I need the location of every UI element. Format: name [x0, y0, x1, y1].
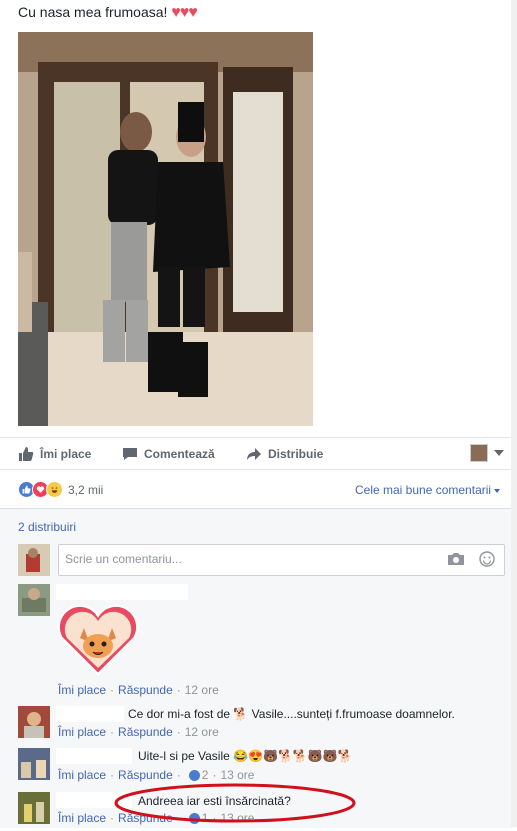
commenter-avatar[interactable] — [18, 584, 50, 616]
comment-likes-count: 2 — [201, 768, 209, 782]
like-badge-icon — [188, 769, 200, 781]
camera-icon[interactable] — [447, 551, 465, 572]
comment-reply-link[interactable]: Răspunde — [118, 683, 173, 697]
viewer-avatar — [470, 444, 488, 462]
comment-input-box[interactable] — [58, 544, 505, 576]
comment-text: Ce dor mi-a fost de 🐕 Vasile....sunteți … — [128, 707, 455, 721]
chevron-down-icon — [494, 488, 501, 493]
commenter-avatar[interactable] — [18, 748, 50, 780]
chevron-down-icon — [494, 450, 504, 456]
comment-like-link[interactable]: Îmi place — [58, 768, 106, 782]
commenter-name-redacted — [56, 584, 188, 600]
share-button[interactable]: Distribuie — [246, 441, 323, 467]
fox-heart-sticker — [56, 602, 140, 678]
reactions-count[interactable]: 3,2 mii — [68, 483, 103, 497]
commenter-name-redacted — [56, 748, 132, 764]
thumbs-up-icon — [18, 446, 34, 462]
scrollbar[interactable] — [511, 0, 517, 827]
comment-meta: Îmi place · Răspunde · 12 ore — [58, 725, 219, 739]
like-label: Îmi place — [40, 447, 92, 461]
speech-bubble-icon — [122, 446, 138, 462]
comment-input[interactable] — [59, 545, 431, 573]
comment-text: Uite-l si pe Vasile 😂😍🐻🐕🐕🐻🐻🐕 — [138, 749, 353, 763]
shares-count[interactable]: 2 distribuiri — [18, 520, 76, 534]
reactions-summary[interactable]: 3,2 mii — [18, 481, 103, 498]
comment-button[interactable]: Comentează — [122, 441, 215, 467]
comment-like-link[interactable]: Îmi place — [58, 811, 106, 825]
comment-like-link[interactable]: Îmi place — [58, 683, 106, 697]
haha-reaction-icon — [46, 481, 63, 498]
commenter-name-redacted — [56, 706, 124, 722]
comment-sort-label: Cele mai bune comentarii — [355, 483, 492, 497]
commenter-avatar[interactable] — [18, 706, 50, 738]
share-label: Distribuie — [268, 447, 324, 461]
comment-meta: Îmi place · Răspunde · 2 · 13 ore — [58, 768, 255, 782]
emoji-icon[interactable] — [479, 551, 495, 572]
commenter-avatar[interactable] — [18, 792, 50, 824]
comment-reply-link[interactable]: Răspunde — [118, 725, 173, 739]
comment-time[interactable]: 12 ore — [185, 683, 219, 697]
post-as-selector[interactable] — [470, 444, 504, 462]
comment-reply-link[interactable]: Răspunde — [118, 768, 173, 782]
post-photo[interactable] — [18, 32, 313, 426]
actions-divider-bottom — [0, 469, 517, 470]
actions-divider-top — [0, 437, 517, 438]
current-user-avatar — [18, 544, 50, 576]
comment-time[interactable]: 13 ore — [220, 768, 254, 782]
red-highlight-oval — [112, 782, 358, 826]
hearts-emoji: ♥♥♥ — [171, 4, 197, 21]
comment-likes[interactable]: 2 — [188, 768, 209, 782]
comment-meta: Îmi place · Răspunde · 12 ore — [58, 683, 219, 697]
comment-sort-dropdown[interactable]: Cele mai bune comentarii — [355, 483, 501, 497]
comment-label: Comentează — [144, 447, 215, 461]
share-arrow-icon — [246, 446, 262, 462]
post-caption: Cu nasa mea frumoasa! — [18, 4, 168, 20]
like-button[interactable]: Îmi place — [18, 441, 91, 467]
action-bar: Îmi place Comentează Distribuie — [0, 441, 517, 467]
post-text: Cu nasa mea frumoasa! ♥♥♥ — [18, 4, 198, 22]
comment-time[interactable]: 12 ore — [185, 725, 219, 739]
comment-like-link[interactable]: Îmi place — [58, 725, 106, 739]
photo-illustration — [18, 32, 313, 426]
